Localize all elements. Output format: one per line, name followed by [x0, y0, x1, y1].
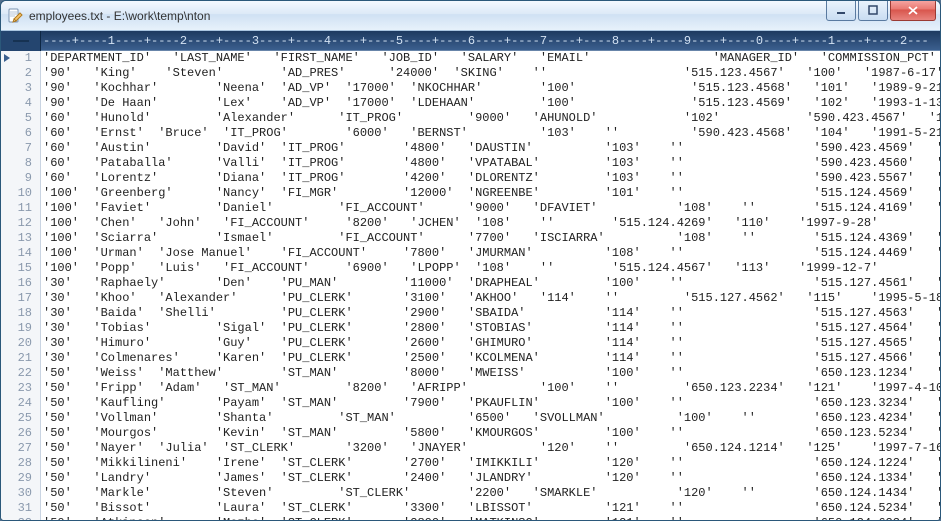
data-row: '50' 'Bissot' 'Laura' 'ST_CLERK' '3300' … [43, 501, 940, 516]
data-row: '30' 'Baida' 'Shelli' 'PU_CLERK' '2900' … [43, 306, 940, 321]
maximize-button[interactable] [858, 1, 888, 21]
line-number: 27 [1, 441, 40, 456]
line-number: 18 [1, 306, 40, 321]
line-number: 13 [1, 231, 40, 246]
data-row: '100' 'Greenberg' 'Nancy' 'FI_MGR' '1200… [43, 186, 940, 201]
data-row: '100' 'Chen' 'John' 'FI_ACCOUNT' '8200' … [43, 216, 940, 231]
line-number: 3 [1, 81, 40, 96]
line-number: 8 [1, 156, 40, 171]
line-number: 28 [1, 456, 40, 471]
minimize-button[interactable] [826, 1, 856, 21]
line-number: 26 [1, 426, 40, 441]
data-row: '50' 'Kaufling' 'Payam' 'ST_MAN' '7900' … [43, 396, 940, 411]
close-icon [907, 5, 919, 16]
text-editor[interactable]: 'DEPARTMENT_ID' 'LAST_NAME' 'FIRST_NAME'… [41, 51, 940, 520]
data-row: '100' 'Faviet' 'Daniel' 'FI_ACCOUNT' '90… [43, 201, 940, 216]
data-row: '60' 'Lorentz' 'Diana' 'IT_PROG' '4200' … [43, 171, 940, 186]
data-row: '30' 'Colmenares' 'Karen' 'PU_CLERK' '25… [43, 351, 940, 366]
line-number: 15 [1, 261, 40, 276]
line-number: 5 [1, 111, 40, 126]
data-row: '60' 'Austin' 'David' 'IT_PROG' '4800' '… [43, 141, 940, 156]
data-row: '50' 'Markle' 'Steven' 'ST_CLERK' '2200'… [43, 486, 940, 501]
ruler-bar: ----+----1----+----2----+----3----+----4… [1, 31, 940, 51]
line-number: 21 [1, 351, 40, 366]
line-number: 10 [1, 186, 40, 201]
line-number: 23 [1, 381, 40, 396]
header-row: 'DEPARTMENT_ID' 'LAST_NAME' 'FIRST_NAME'… [43, 51, 940, 66]
editor-area: 1234567891011121314151617181920212223242… [1, 51, 940, 520]
data-row: '30' 'Khoo' 'Alexander' 'PU_CLERK' '3100… [43, 291, 940, 306]
data-row: '90' 'Kochhar' 'Neena' 'AD_VP' '17000' '… [43, 81, 940, 96]
data-row: '60' 'Hunold' 'Alexander' 'IT_PROG' '900… [43, 111, 940, 126]
data-row: '50' 'Weiss' 'Matthew' 'ST_MAN' '8000' '… [43, 366, 940, 381]
line-number: 30 [1, 486, 40, 501]
window-title: employees.txt - E:\work\temp\nton [29, 9, 210, 23]
line-number: 24 [1, 396, 40, 411]
line-number: 19 [1, 321, 40, 336]
line-number: 11 [1, 201, 40, 216]
line-number: 20 [1, 336, 40, 351]
line-number: 22 [1, 366, 40, 381]
pencil-file-icon [7, 8, 23, 24]
line-number: 31 [1, 501, 40, 516]
line-number: 16 [1, 276, 40, 291]
maximize-icon [868, 5, 879, 16]
data-row: '60' 'Pataballa' 'Valli' 'IT_PROG' '4800… [43, 156, 940, 171]
line-number: 29 [1, 471, 40, 486]
line-number: 32 [1, 516, 40, 520]
line-number: 17 [1, 291, 40, 306]
data-row: '50' 'Vollman' 'Shanta' 'ST_MAN' '6500' … [43, 411, 940, 426]
data-row: '30' 'Raphaely' 'Den' 'PU_MAN' '11000' '… [43, 276, 940, 291]
line-number: 6 [1, 126, 40, 141]
data-row: '60' 'Ernst' 'Bruce' 'IT_PROG' '6000' 'B… [43, 126, 940, 141]
column-ruler: ----+----1----+----2----+----3----+----4… [1, 34, 929, 48]
window-buttons [826, 1, 936, 21]
minimize-icon [836, 5, 847, 16]
data-row: '50' 'Atkinson' 'Mozhe' 'ST_CLERK' '2800… [43, 516, 940, 520]
line-number: 9 [1, 171, 40, 186]
line-number: 14 [1, 246, 40, 261]
line-number: 7 [1, 141, 40, 156]
data-row: '30' 'Tobias' 'Sigal' 'PU_CLERK' '2800' … [43, 321, 940, 336]
titlebar[interactable]: employees.txt - E:\work\temp\nton [1, 1, 940, 31]
data-row: '50' 'Landry' 'James' 'ST_CLERK' '2400' … [43, 471, 940, 486]
data-row: '50' 'Mikkilineni' 'Irene' 'ST_CLERK' '2… [43, 456, 940, 471]
line-number-gutter: 1234567891011121314151617181920212223242… [1, 51, 41, 520]
line-number: 4 [1, 96, 40, 111]
app-window: employees.txt - E:\work\temp\nton ----+-… [0, 0, 941, 521]
data-row: '100' 'Urman' 'Jose Manuel' 'FI_ACCOUNT'… [43, 246, 940, 261]
line-number: 25 [1, 411, 40, 426]
line-number: 1 [1, 51, 40, 66]
line-number: 2 [1, 66, 40, 81]
ruler-gutter-cap [1, 31, 41, 51]
data-row: '100' 'Popp' 'Luis' 'FI_ACCOUNT' '6900' … [43, 261, 940, 276]
data-row: '30' 'Himuro' 'Guy' 'PU_CLERK' '2600' 'G… [43, 336, 940, 351]
line-number: 12 [1, 216, 40, 231]
data-row: '100' 'Sciarra' 'Ismael' 'FI_ACCOUNT' '7… [43, 231, 940, 246]
data-row: '50' 'Mourgos' 'Kevin' 'ST_MAN' '5800' '… [43, 426, 940, 441]
data-row: '50' 'Nayer' 'Julia' 'ST_CLERK' '3200' '… [43, 441, 940, 456]
data-row: '90' 'De Haan' 'Lex' 'AD_VP' '17000' 'LD… [43, 96, 940, 111]
data-row: '50' 'Fripp' 'Adam' 'ST_MAN' '8200' 'AFR… [43, 381, 940, 396]
data-row: '90' 'King' 'Steven' 'AD_PRES' '24000' '… [43, 66, 940, 81]
close-button[interactable] [890, 1, 936, 21]
